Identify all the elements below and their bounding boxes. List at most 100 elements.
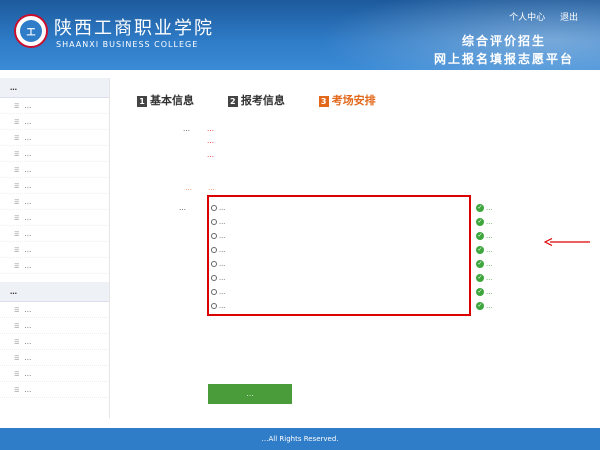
exam-slot-option[interactable]: …	[209, 202, 471, 215]
annotation-arrow-icon	[544, 238, 590, 246]
exam-slot-text: …	[219, 275, 226, 282]
tip-text: …	[208, 184, 215, 192]
step-number: 3	[318, 95, 329, 107]
check-circle-icon: ✓	[476, 218, 484, 226]
slot-status-text: …	[486, 288, 493, 296]
personal-center-link[interactable]: 个人中心	[509, 13, 545, 23]
school-name-en: SHAANXI BUSINESS COLLEGE	[56, 40, 199, 49]
exam-slot-option[interactable]: …	[209, 272, 471, 285]
radio-button[interactable]	[211, 289, 217, 295]
top-links: 个人中心 退出	[497, 10, 578, 23]
arrangement-label: …	[183, 125, 190, 133]
slot-status-text: …	[486, 204, 493, 212]
sidebar-item[interactable]: …	[0, 146, 109, 162]
exam-slot-option[interactable]: …	[209, 230, 471, 243]
slogan-line-2: 网上报名填报志愿平台	[433, 52, 574, 66]
step-number: 1	[137, 95, 147, 107]
radio-button[interactable]	[211, 275, 217, 281]
exam-slot-option[interactable]: …	[209, 258, 471, 271]
slot-status-text: …	[486, 302, 493, 310]
check-circle-icon: ✓	[476, 274, 484, 282]
sidebar-item[interactable]: …	[0, 194, 109, 210]
save-exam-arrangement-button[interactable]: …	[208, 384, 292, 404]
sidebar-item[interactable]: …	[0, 98, 109, 114]
exam-slot-text: …	[219, 303, 226, 310]
school-name-cn: 陕西工商职业学院	[54, 18, 214, 39]
sidebar-section-title: …	[0, 78, 109, 98]
step-basic-info[interactable]: 1 基本信息	[137, 92, 194, 108]
step-indicator: 1 基本信息 2 报考信息 3 考场安排	[137, 92, 406, 108]
step-label: 报考信息	[240, 94, 285, 107]
sidebar-section-title: …	[0, 282, 109, 302]
sidebar-item[interactable]: …	[0, 162, 109, 178]
sidebar-item[interactable]: …	[0, 130, 109, 146]
step-label: 基本信息	[150, 94, 194, 107]
step-exam-arrangement[interactable]: 3 考场安排	[318, 92, 376, 108]
slot-status-text: …	[486, 246, 493, 254]
radio-button[interactable]	[211, 205, 217, 211]
check-circle-icon: ✓	[476, 302, 484, 310]
arrangement-line-1: …	[207, 125, 214, 133]
step-number: 2	[227, 95, 238, 107]
radio-button[interactable]	[211, 247, 217, 253]
sidebar-item[interactable]: …	[0, 210, 109, 226]
exam-slot-text: …	[219, 205, 226, 212]
sidebar-item[interactable]: …	[0, 334, 109, 350]
step-application-info[interactable]: 2 报考信息	[227, 92, 285, 108]
exam-slot-text: …	[219, 247, 226, 254]
sidebar-item[interactable]: …	[0, 302, 109, 318]
footer: …All Rights Reserved.	[0, 428, 600, 450]
logout-link[interactable]: 退出	[560, 13, 578, 23]
step-label: 考场安排	[331, 94, 376, 107]
check-circle-icon: ✓	[476, 246, 484, 254]
sidebar-item[interactable]: …	[0, 350, 109, 366]
exam-slot-option[interactable]: …	[209, 244, 471, 257]
slot-status: ✓…	[476, 202, 493, 214]
radio-button[interactable]	[211, 303, 217, 309]
slot-status: ✓…	[476, 216, 493, 228]
school-logo: 工	[14, 14, 48, 48]
arrangement-description: … … …	[207, 123, 597, 161]
slot-status: ✓…	[476, 272, 493, 284]
slot-status-text: …	[486, 274, 493, 282]
exam-slot-option[interactable]: …	[209, 286, 471, 299]
slogan-line-1: 综合评价招生	[461, 34, 546, 48]
arrangement-line-2: …	[207, 137, 214, 145]
sidebar-item[interactable]: …	[0, 258, 109, 274]
sidebar-item[interactable]: …	[0, 382, 109, 398]
exam-slot-text: …	[219, 289, 226, 296]
sidebar-item[interactable]: …	[0, 226, 109, 242]
check-circle-icon: ✓	[476, 260, 484, 268]
exam-slot-text: …	[219, 233, 226, 240]
radio-button[interactable]	[211, 233, 217, 239]
exam-slot-text: …	[219, 219, 226, 226]
slots-label: …	[179, 204, 186, 212]
school-logo-mark: 工	[20, 20, 42, 42]
sidebar-item[interactable]: …	[0, 178, 109, 194]
slot-status-text: …	[486, 232, 493, 240]
slot-status: ✓…	[476, 286, 493, 298]
check-circle-icon: ✓	[476, 204, 484, 212]
radio-button[interactable]	[211, 261, 217, 267]
slot-status: ✓…	[476, 230, 493, 242]
sidebar-item[interactable]: …	[0, 318, 109, 334]
main-content: 1 基本信息 2 报考信息 3 考场安排 … … … … … … … … … … … …	[112, 78, 600, 418]
slot-status-text: …	[486, 218, 493, 226]
check-circle-icon: ✓	[476, 288, 484, 296]
slot-status: ✓…	[476, 258, 493, 270]
sidebar-item[interactable]: …	[0, 242, 109, 258]
exam-slot-option[interactable]: …	[209, 216, 471, 229]
arrangement-line-3: …	[207, 151, 214, 159]
check-circle-icon: ✓	[476, 232, 484, 240]
radio-button[interactable]	[211, 219, 217, 225]
header: 工 陕西工商职业学院 SHAANXI BUSINESS COLLEGE 个人中心…	[0, 0, 600, 70]
slot-status: ✓…	[476, 300, 493, 312]
sidebar-item[interactable]: …	[0, 114, 109, 130]
exam-slot-text: …	[219, 261, 226, 268]
slot-status-text: …	[486, 260, 493, 268]
sidebar-item[interactable]: …	[0, 366, 109, 382]
exam-slot-option[interactable]: …	[209, 300, 471, 313]
tip-label: …	[185, 184, 192, 192]
slot-status: ✓…	[476, 244, 493, 256]
sidebar: … … … … … … … … … … … … … … … … … … …	[0, 78, 110, 418]
